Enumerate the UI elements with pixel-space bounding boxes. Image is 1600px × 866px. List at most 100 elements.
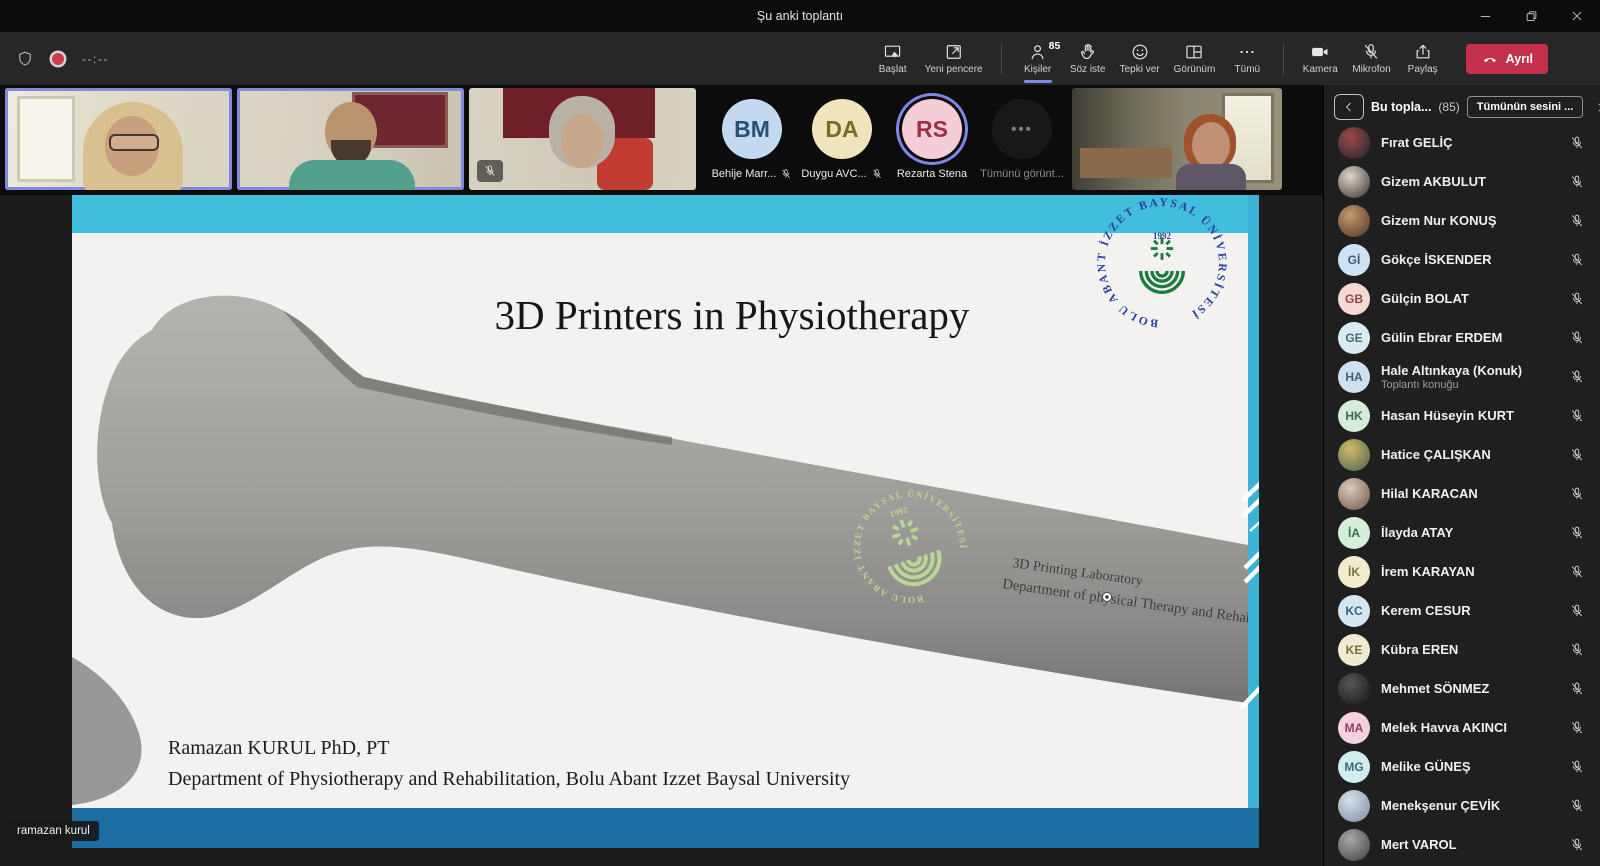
people-icon: 85	[1028, 41, 1048, 63]
avatar-initials: GB	[1338, 283, 1370, 315]
show-all-participants-button[interactable]: •••Tümünü görünt...	[977, 99, 1067, 180]
participant-row[interactable]: Hilal KARACAN	[1324, 474, 1600, 513]
new-window-icon	[944, 41, 964, 63]
shared-screen-stage: BOLU ABANT İZZET BAYSAL ÜNİVERSİTESİ 199…	[0, 195, 1323, 866]
toolbar-yeni-pencere-button[interactable]: Yeni pencere	[918, 32, 990, 85]
panel-title: Bu topla...	[1371, 100, 1431, 114]
participant-row[interactable]: GBGülçin BOLAT	[1324, 279, 1600, 318]
participant-name: Fırat GELİÇ	[1381, 135, 1569, 150]
toolbar-tepki-ver-button[interactable]: Tepki ver	[1113, 32, 1167, 85]
mic-off-icon	[1569, 291, 1585, 307]
participant-row[interactable]: KCKerem CESUR	[1324, 591, 1600, 630]
participant-label: Rezarta Stena	[897, 168, 967, 180]
participant-label: Behije Marr...	[712, 168, 777, 180]
participant-row[interactable]: GEGülin Ebrar ERDEM	[1324, 318, 1600, 357]
layout-icon	[1184, 41, 1204, 63]
minimize-button[interactable]	[1462, 0, 1508, 32]
participant-row[interactable]: Gizem Nur KONUŞ	[1324, 201, 1600, 240]
avatar-photo	[1338, 829, 1370, 861]
toolbar-kisiler-button[interactable]: 85Kişiler	[1013, 32, 1063, 85]
audio-participant-RS[interactable]: RS Rezarta Stena	[887, 99, 977, 180]
avatar-photo	[1338, 166, 1370, 198]
slide-title: 3D Printers in Physiotherapy	[372, 291, 1092, 339]
participant-name: Melek Havva AKINCI	[1381, 720, 1569, 735]
participant-row[interactable]: Fırat GELİÇ	[1324, 123, 1600, 162]
audio-participant-BM[interactable]: BM Behije Marr...	[707, 99, 797, 180]
toolbar-kamera-label: Kamera	[1303, 64, 1338, 75]
mic-off-icon	[780, 168, 792, 180]
recording-indicator-icon[interactable]	[52, 53, 64, 65]
toolbar-baslat-button[interactable]: Başlat	[868, 32, 918, 85]
leave-label: Ayrıl	[1506, 52, 1533, 66]
avatar-initials: HK	[1338, 400, 1370, 432]
participant-row[interactable]: HAHale Altınkaya (Konuk)Toplantı konuğu	[1324, 357, 1600, 396]
participant-row[interactable]: İAİlayda ATAY	[1324, 513, 1600, 552]
mute-all-button[interactable]: Tümünün sesini ...	[1467, 96, 1584, 118]
video-placeholder	[561, 114, 603, 168]
participant-name: İrem KARAYAN	[1381, 564, 1569, 579]
leave-button[interactable]: Ayrıl	[1466, 44, 1548, 74]
teams-meeting-window: Şu anki toplantı --:-- BaşlatYeni pencer…	[0, 0, 1600, 866]
toolbar-paylas-button[interactable]: Paylaş	[1398, 32, 1448, 85]
video-tile-4[interactable]	[1072, 88, 1282, 190]
participant-label: Duygu AVC...	[801, 168, 866, 180]
mic-off-icon	[1569, 720, 1585, 736]
mic-off-icon	[1361, 41, 1381, 63]
participant-name: Kerem CESUR	[1381, 603, 1569, 618]
mic-off-icon	[1569, 564, 1585, 580]
mic-off-icon	[1569, 681, 1585, 697]
restore-button[interactable]	[1508, 0, 1554, 32]
mic-off-icon	[1569, 447, 1585, 463]
toolbar-paylas-label: Paylaş	[1408, 64, 1438, 75]
meeting-status-group: --:--	[0, 50, 109, 68]
mic-off-icon	[1569, 330, 1585, 346]
avatar-photo	[1338, 673, 1370, 705]
participant-name: Melike GÜNEŞ	[1381, 759, 1569, 774]
mic-off-icon	[1569, 798, 1585, 814]
audio-participant-DA[interactable]: DADuygu AVC...	[797, 99, 887, 180]
avatar-strip: BM Behije Marr... DADuygu AVC...RS Rezarta …	[707, 88, 1067, 180]
window-title: Şu anki toplantı	[0, 0, 1600, 32]
participant-filmstrip: BM Behije Marr... DADuygu AVC...RS Rezarta …	[0, 85, 1323, 195]
mic-off-icon	[1569, 252, 1585, 268]
toolbar-mikrofon-button[interactable]: Mikrofon	[1345, 32, 1397, 85]
participant-row[interactable]: Mehmet SÖNMEZ	[1324, 669, 1600, 708]
participant-row[interactable]: MA Melek Havva AKINCI	[1324, 708, 1600, 747]
mic-off-icon	[1569, 525, 1585, 541]
avatar-initials: HA	[1338, 361, 1370, 393]
avatar-initials: MA	[1338, 712, 1370, 744]
participant-row[interactable]: GİGökçe İSKENDER	[1324, 240, 1600, 279]
mic-off-icon	[1569, 369, 1585, 385]
window-close-button[interactable]	[1554, 0, 1600, 32]
video-placeholder	[17, 96, 75, 182]
mic-off-icon	[477, 160, 503, 182]
participant-row[interactable]: Mert VAROL	[1324, 825, 1600, 864]
participant-row[interactable]: KEKübra EREN	[1324, 630, 1600, 669]
participant-row[interactable]: İK İrem KARAYAN	[1324, 552, 1600, 591]
toolbar-soz-iste-button[interactable]: Söz iste	[1063, 32, 1113, 85]
back-button[interactable]	[1334, 94, 1364, 120]
toolbar-kamera-button[interactable]: Kamera	[1295, 32, 1345, 85]
participant-row[interactable]: HKHasan Hüseyin KURT	[1324, 396, 1600, 435]
mic-off-icon	[1569, 135, 1585, 151]
toolbar-tumu-button[interactable]: Tümü	[1222, 32, 1272, 85]
video-placeholder	[109, 134, 159, 151]
video-placeholder	[289, 160, 415, 190]
shared-screen-content[interactable]: BOLU ABANT İZZET BAYSAL ÜNİVERSİTESİ 199…	[72, 195, 1259, 848]
participant-row[interactable]: Hatice ÇALIŞKAN	[1324, 435, 1600, 474]
participant-name: Menekşenur ÇEVİK	[1381, 798, 1569, 813]
participant-row[interactable]: MGMelike GÜNEŞ	[1324, 747, 1600, 786]
slide-department: Department of Physiotherapy and Rehabili…	[168, 768, 850, 791]
panel-close-button[interactable]	[1590, 95, 1600, 119]
mic-off-icon	[1569, 837, 1585, 853]
video-tile-2[interactable]	[237, 88, 464, 190]
video-tile-1[interactable]	[5, 88, 232, 190]
avatar-initials: BM	[722, 99, 782, 159]
participant-row[interactable]: Menekşenur ÇEVİK	[1324, 786, 1600, 825]
mic-off-icon	[1569, 603, 1585, 619]
toolbar-gorunum-button[interactable]: Görünüm	[1167, 32, 1223, 85]
avatar-initials: RS	[902, 99, 962, 159]
avatar-initials: İK	[1338, 556, 1370, 588]
video-tile-3[interactable]	[469, 88, 696, 190]
participant-row[interactable]: Gizem AKBULUT	[1324, 162, 1600, 201]
